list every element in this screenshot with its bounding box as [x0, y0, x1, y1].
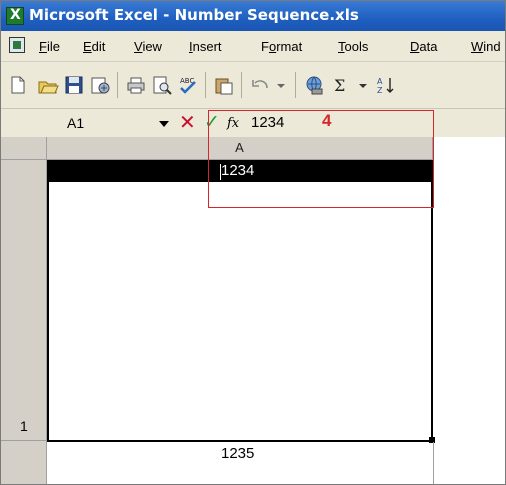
- toolbar-separator: [205, 72, 206, 98]
- menu-format[interactable]: Format: [261, 39, 302, 54]
- menu-data[interactable]: Data: [410, 39, 437, 54]
- new-icon[interactable]: [7, 74, 29, 96]
- menu-tools[interactable]: Tools: [338, 39, 368, 54]
- menu-file[interactable]: File: [39, 39, 60, 54]
- svg-text:A: A: [377, 77, 383, 86]
- excel-window: Microsoft Excel - Number Sequence.xls Fi…: [0, 0, 506, 485]
- open-icon[interactable]: [37, 74, 59, 96]
- excel-app-icon[interactable]: [6, 7, 24, 25]
- sort-ascending-icon[interactable]: AZ: [375, 74, 397, 96]
- fill-handle[interactable]: [429, 437, 435, 443]
- standard-toolbar: ABC Σ AZ: [1, 62, 505, 109]
- workbook-icon[interactable]: [9, 37, 25, 53]
- toolbar-separator: [117, 72, 118, 98]
- permission-icon[interactable]: [89, 74, 111, 96]
- select-all-corner[interactable]: [1, 137, 47, 160]
- print-icon[interactable]: [125, 74, 147, 96]
- cell-a1-area[interactable]: [47, 182, 433, 440]
- name-box[interactable]: A1: [67, 115, 84, 131]
- menu-bar: File Edit View Insert Format Tools Data …: [1, 31, 505, 62]
- print-preview-icon[interactable]: [151, 74, 173, 96]
- toolbar-separator: [295, 72, 296, 98]
- row-header-1[interactable]: 1: [20, 418, 28, 434]
- save-icon[interactable]: [63, 74, 85, 96]
- row-header-divider: [1, 440, 47, 441]
- cancel-icon[interactable]: ✕: [179, 112, 196, 132]
- row-divider: [47, 440, 434, 442]
- menu-edit[interactable]: Edit: [83, 39, 105, 54]
- undo-dropdown-icon[interactable]: [271, 74, 293, 96]
- menu-insert[interactable]: Insert: [189, 39, 222, 54]
- autosum-icon[interactable]: Σ: [331, 74, 353, 96]
- row-header-column: 1: [1, 160, 47, 484]
- svg-text:Σ: Σ: [334, 76, 345, 95]
- callout-highlight-box: [208, 110, 434, 208]
- window-title: Microsoft Excel - Number Sequence.xls: [29, 6, 359, 24]
- undo-icon[interactable]: [249, 74, 271, 96]
- svg-text:Z: Z: [377, 86, 383, 95]
- title-bar: Microsoft Excel - Number Sequence.xls: [1, 1, 505, 31]
- name-box-dropdown-icon[interactable]: [159, 121, 169, 127]
- column-divider: [433, 442, 434, 484]
- menu-view[interactable]: View: [134, 39, 162, 54]
- insert-hyperlink-icon[interactable]: [303, 74, 325, 96]
- toolbar-separator: [241, 72, 242, 98]
- autosum-dropdown-icon[interactable]: [353, 74, 375, 96]
- spelling-icon[interactable]: ABC: [177, 74, 199, 96]
- next-cell-value[interactable]: 1235: [221, 445, 254, 462]
- menu-window[interactable]: Wind: [471, 39, 501, 54]
- paste-icon[interactable]: [213, 74, 235, 96]
